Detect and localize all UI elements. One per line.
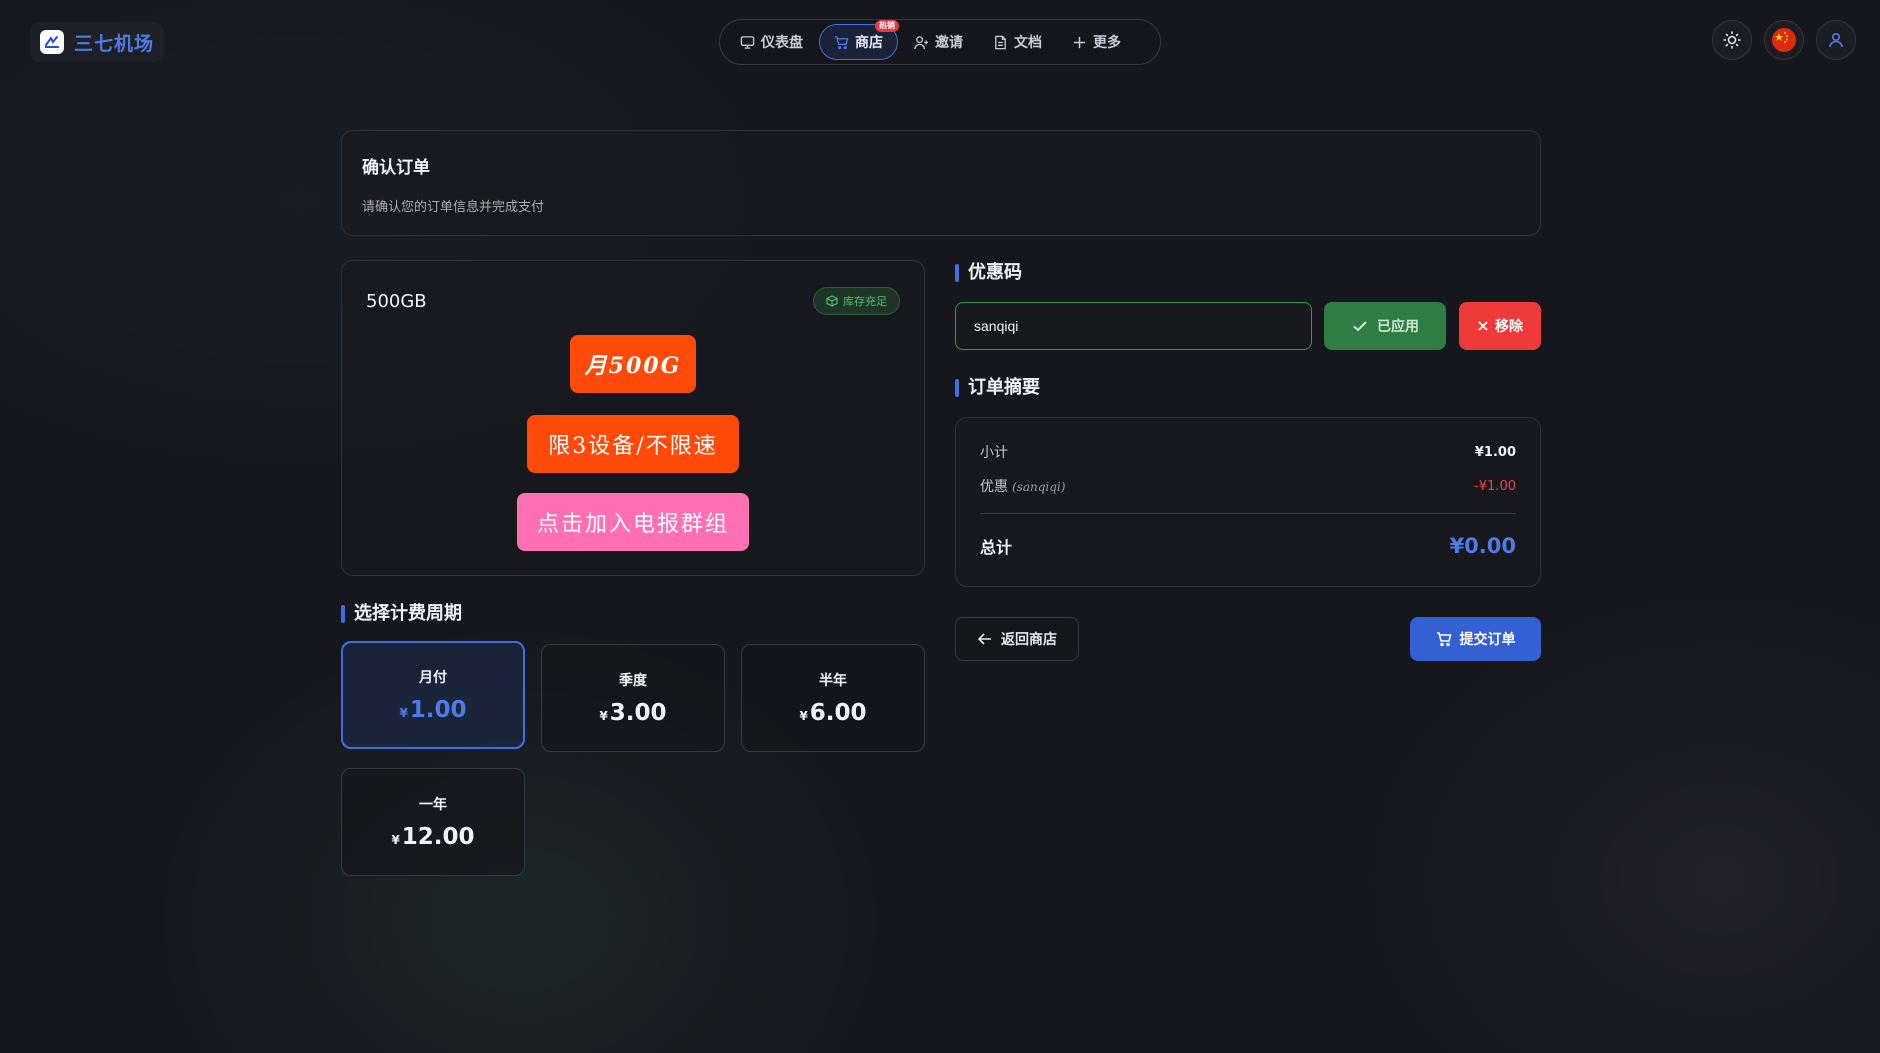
user-menu-button[interactable] xyxy=(1816,20,1856,60)
period-price: ¥6.00 xyxy=(799,700,867,726)
main-nav: 仪表盘 商店 热销 邀请 文档 更多 xyxy=(719,19,1161,65)
period-price: ¥1.00 xyxy=(399,697,467,723)
coupon-section-title: 优惠码 xyxy=(955,262,1022,284)
close-icon xyxy=(1478,321,1488,331)
sun-icon xyxy=(1723,31,1741,49)
period-label: 一年 xyxy=(419,797,447,813)
promo-banner-telegram-link[interactable]: 点击加入电报群组 xyxy=(517,493,749,551)
billing-section-title: 选择计费周期 xyxy=(341,603,462,625)
subtotal-row: 小计 ¥1.00 xyxy=(980,442,1516,462)
discount-label: 优惠 (sanqiqi) xyxy=(980,479,1066,495)
cart-icon xyxy=(834,35,849,49)
nav-item-dashboard[interactable]: 仪表盘 xyxy=(726,24,817,60)
total-value: ¥0.00 xyxy=(1449,534,1516,558)
language-button[interactable] xyxy=(1764,20,1804,60)
submit-order-button[interactable]: 提交订单 xyxy=(1410,617,1541,661)
user-plus-icon xyxy=(914,35,929,49)
period-label: 半年 xyxy=(819,673,847,689)
china-flag-icon xyxy=(1772,28,1796,52)
check-icon xyxy=(1353,321,1367,332)
nav-item-invite[interactable]: 邀请 xyxy=(900,24,977,60)
period-label: 季度 xyxy=(619,673,647,689)
subtotal-label: 小计 xyxy=(980,445,1008,461)
arrow-left-icon xyxy=(977,633,991,645)
applied-label: 已应用 xyxy=(1377,319,1419,335)
period-price: ¥3.00 xyxy=(599,700,667,726)
brand[interactable]: 三七机场 xyxy=(30,22,164,62)
back-to-shop-button[interactable]: 返回商店 xyxy=(955,617,1079,661)
period-option-half-year[interactable]: 半年 ¥6.00 xyxy=(741,644,925,752)
nav-item-label: 邀请 xyxy=(935,35,963,51)
remove-label: 移除 xyxy=(1495,319,1523,335)
page-title: 确认订单 xyxy=(362,158,430,178)
nav-item-label: 更多 xyxy=(1093,35,1121,51)
stock-badge: 库存充足 xyxy=(813,287,900,315)
nav-item-docs[interactable]: 文档 xyxy=(979,24,1056,60)
period-option-yearly[interactable]: 一年 ¥12.00 xyxy=(341,768,525,876)
period-option-quarterly[interactable]: 季度 ¥3.00 xyxy=(541,644,725,752)
coupon-remove-button[interactable]: 移除 xyxy=(1459,302,1541,350)
brand-logo-icon xyxy=(40,30,64,54)
theme-toggle-button[interactable] xyxy=(1712,20,1752,60)
discount-value: -¥1.00 xyxy=(1474,478,1516,494)
confirm-order-header: 确认订单 请确认您的订单信息并完成支付 xyxy=(341,130,1541,236)
cart-icon xyxy=(1436,632,1451,647)
nav-item-label: 商店 xyxy=(855,35,883,51)
summary-divider xyxy=(980,513,1516,514)
package-icon xyxy=(826,295,838,307)
coupon-input[interactable] xyxy=(955,302,1312,350)
submit-label: 提交订单 xyxy=(1459,632,1516,648)
promo-banner-monthly-data: 月500G xyxy=(570,335,696,393)
total-label: 总计 xyxy=(980,538,1013,557)
header-actions xyxy=(1712,20,1856,60)
brand-name: 三七机场 xyxy=(74,32,155,55)
period-option-monthly[interactable]: 月付 ¥1.00 xyxy=(341,641,525,749)
plan-card: 500GB 库存充足 月500G 限3设备/不限速 点击加入电报群组 xyxy=(341,260,925,576)
nav-item-more[interactable]: 更多 xyxy=(1058,24,1135,60)
discount-row: 优惠 (sanqiqi) -¥1.00 xyxy=(980,476,1516,496)
page-subtitle: 请确认您的订单信息并完成支付 xyxy=(362,200,545,215)
back-label: 返回商店 xyxy=(1001,632,1057,648)
coupon-applied-button[interactable]: 已应用 xyxy=(1324,302,1446,350)
period-price: ¥12.00 xyxy=(391,824,475,850)
summary-section-title: 订单摘要 xyxy=(955,377,1040,399)
total-row: 总计 ¥0.00 xyxy=(980,534,1516,558)
stock-badge-label: 库存充足 xyxy=(843,295,887,308)
user-icon xyxy=(1829,32,1843,48)
nav-item-label: 文档 xyxy=(1014,35,1042,51)
plus-icon xyxy=(1073,36,1086,48)
nav-item-shop[interactable]: 商店 热销 xyxy=(819,20,899,60)
order-summary-card: 小计 ¥1.00 优惠 (sanqiqi) -¥1.00 总计 ¥0.00 xyxy=(955,417,1541,587)
subtotal-value: ¥1.00 xyxy=(1474,444,1516,460)
period-label: 月付 xyxy=(419,670,447,686)
plan-name: 500GB xyxy=(366,291,427,312)
document-icon xyxy=(995,35,1006,49)
monitor-icon xyxy=(740,35,755,49)
discount-code: (sanqiqi) xyxy=(1012,480,1066,494)
hot-badge: 热销 xyxy=(875,20,899,32)
promo-banner-device-limit: 限3设备/不限速 xyxy=(527,415,739,473)
nav-item-label: 仪表盘 xyxy=(761,35,803,51)
